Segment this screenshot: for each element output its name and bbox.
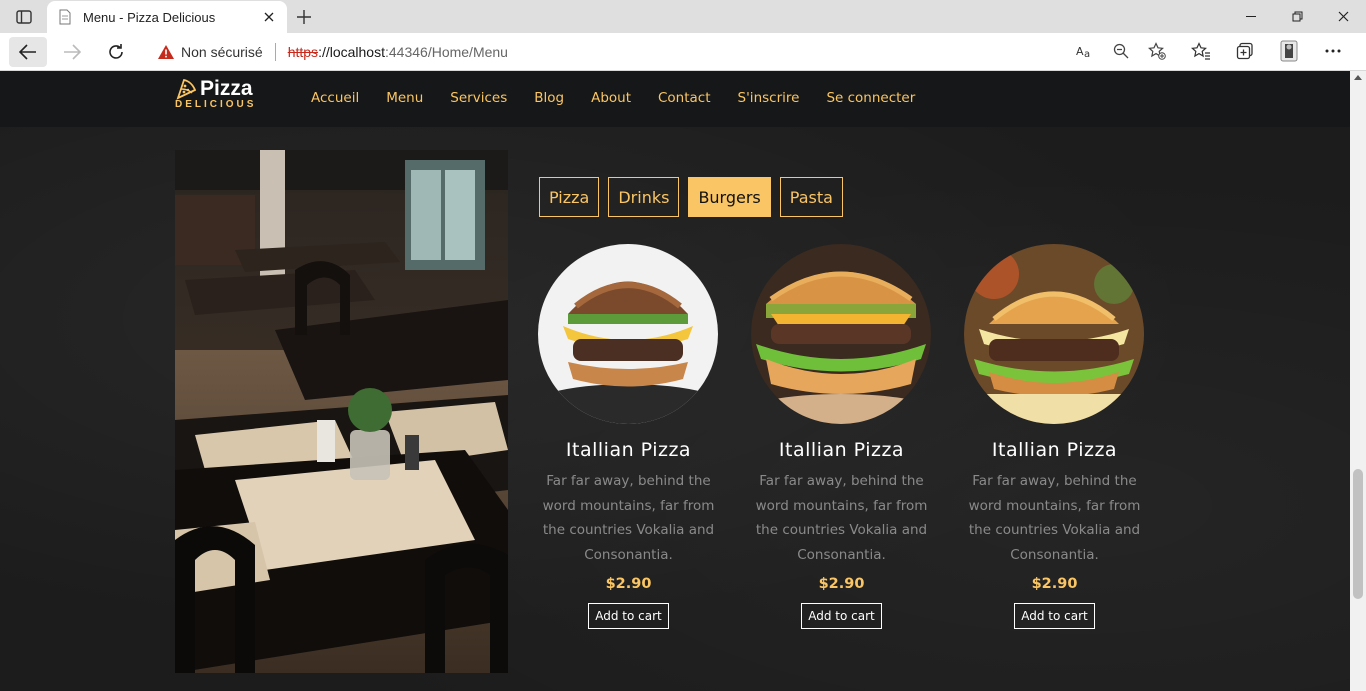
pizza-slice-icon [175, 78, 197, 100]
logo-main-text: Pizza [200, 77, 253, 100]
item-description: Far far away, behind the word mountains,… [542, 473, 715, 563]
url-path: :44346/Home/Menu [385, 43, 508, 60]
security-label[interactable]: Non sécurisé [181, 44, 263, 60]
tab-pasta[interactable]: Pasta [779, 177, 843, 217]
menu-item: Itallian Pizza Far far away, behind the … [538, 244, 719, 629]
add-to-cart-button[interactable]: Add to cart [1014, 603, 1095, 629]
address-bar[interactable]: Non sécurisé https ://localhost:44346/Ho… [145, 36, 1175, 67]
favorites-icon[interactable] [1190, 40, 1212, 62]
more-options-icon[interactable] [1322, 40, 1344, 62]
item-price: $2.90 [818, 576, 865, 592]
not-secure-warning-icon[interactable] [157, 44, 175, 60]
collections-icon[interactable] [1234, 40, 1256, 62]
svg-text:a: a [1084, 49, 1090, 59]
url-host: ://localhost [318, 43, 385, 60]
divider [274, 42, 276, 61]
item-description: Far far away, behind the word mountains,… [755, 473, 928, 563]
item-price: $2.90 [605, 576, 652, 592]
restore-icon[interactable] [1274, 0, 1320, 33]
profile-avatar-icon[interactable] [1278, 40, 1300, 62]
tab-title: Menu - Pizza Delicious [83, 9, 216, 25]
logo-sub-text: DELICIOUS [175, 99, 257, 110]
item-name: Itallian Pizza [778, 439, 905, 461]
site-navbar: Pizza DELICIOUS Accueil Menu Services Bl… [0, 71, 1350, 127]
browser-tab-bar: Menu - Pizza Delicious [0, 0, 1366, 33]
close-tab-icon[interactable] [261, 9, 277, 25]
tab-burgers[interactable]: Burgers [688, 177, 771, 217]
nav-menu[interactable]: Menu [386, 90, 423, 106]
tab-pizza[interactable]: Pizza [539, 177, 600, 217]
site-logo[interactable]: Pizza DELICIOUS [175, 77, 256, 110]
page-scrollbar[interactable] [1350, 71, 1366, 691]
tab-actions-icon[interactable] [9, 7, 39, 27]
add-to-cart-button[interactable]: Add to cart [801, 603, 882, 629]
nav-accueil[interactable]: Accueil [311, 90, 359, 106]
zoom-icon[interactable] [1111, 41, 1131, 61]
scrollbar-thumb[interactable] [1353, 469, 1363, 599]
browser-toolbar: Non sécurisé https ://localhost:44346/Ho… [0, 33, 1366, 71]
nav-blog[interactable]: Blog [534, 90, 564, 106]
nav-about[interactable]: About [591, 90, 631, 106]
web-page: Pizza DELICIOUS Accueil Menu Services Bl… [0, 71, 1350, 691]
svg-text:A: A [1076, 45, 1084, 58]
nav-services[interactable]: Services [450, 90, 507, 106]
url-scheme: https [287, 43, 319, 60]
item-name: Itallian Pizza [565, 439, 692, 461]
menu-item: Itallian Pizza Far far away, behind the … [964, 244, 1145, 629]
back-arrow-icon[interactable] [9, 37, 47, 67]
url-text: ://localhost:44346/Home/Menu [318, 44, 508, 60]
new-tab-icon[interactable] [293, 6, 315, 28]
scroll-up-icon[interactable] [1354, 75, 1362, 80]
burger-image [964, 244, 1144, 424]
item-description: Far far away, behind the word mountains,… [968, 473, 1141, 563]
forward-arrow-icon[interactable] [53, 37, 91, 67]
page-favicon-icon [57, 9, 73, 25]
minimize-icon[interactable] [1228, 0, 1274, 33]
browser-tab[interactable]: Menu - Pizza Delicious [47, 1, 287, 33]
nav-contact[interactable]: Contact [658, 90, 711, 106]
main-menu: Accueil Menu Services Blog About Contact… [311, 90, 942, 106]
read-aloud-icon[interactable]: Aa [1075, 41, 1095, 61]
refresh-icon[interactable] [97, 37, 135, 67]
burger-image [751, 244, 931, 424]
nav-sinscrire[interactable]: S'inscrire [738, 90, 800, 106]
nav-se-connecter[interactable]: Se connecter [826, 90, 915, 106]
tab-drinks[interactable]: Drinks [608, 177, 680, 217]
menu-category-tabs: Pizza Drinks Burgers Pasta [539, 177, 843, 217]
close-window-icon[interactable] [1320, 0, 1366, 33]
add-to-cart-button[interactable]: Add to cart [588, 603, 669, 629]
menu-item: Itallian Pizza Far far away, behind the … [751, 244, 932, 629]
item-price: $2.90 [1031, 576, 1078, 592]
add-favorite-icon[interactable] [1147, 41, 1167, 61]
restaurant-interior-image [175, 150, 508, 673]
burger-image [538, 244, 718, 424]
item-name: Itallian Pizza [991, 439, 1118, 461]
